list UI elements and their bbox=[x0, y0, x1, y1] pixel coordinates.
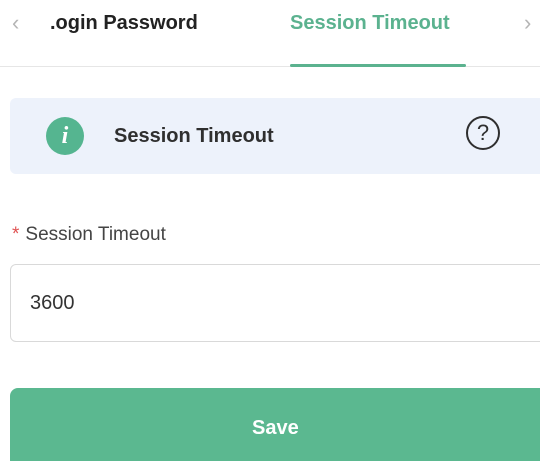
tab-bar: ‹ .ogin Password Session Timeout › bbox=[0, 0, 540, 68]
session-timeout-label: * Session Timeout bbox=[12, 222, 166, 248]
active-tab-indicator bbox=[290, 64, 466, 67]
chevron-right-icon[interactable]: › bbox=[524, 12, 531, 34]
question-circle-icon[interactable]: ? bbox=[466, 116, 500, 150]
chevron-left-icon[interactable]: ‹ bbox=[12, 12, 19, 34]
info-icon: i bbox=[46, 117, 84, 155]
save-button[interactable]: Save bbox=[10, 388, 540, 461]
info-banner-title: Session Timeout bbox=[114, 125, 274, 147]
tab-session-timeout[interactable]: Session Timeout bbox=[290, 10, 450, 36]
tab-login-password[interactable]: .ogin Password bbox=[50, 10, 198, 36]
session-timeout-page: ‹ .ogin Password Session Timeout › i Ses… bbox=[0, 0, 540, 461]
info-banner: i Session Timeout ? bbox=[10, 98, 540, 174]
required-mark: * bbox=[12, 224, 20, 245]
session-timeout-label-text: Session Timeout bbox=[25, 224, 166, 245]
session-timeout-input[interactable] bbox=[10, 264, 540, 342]
